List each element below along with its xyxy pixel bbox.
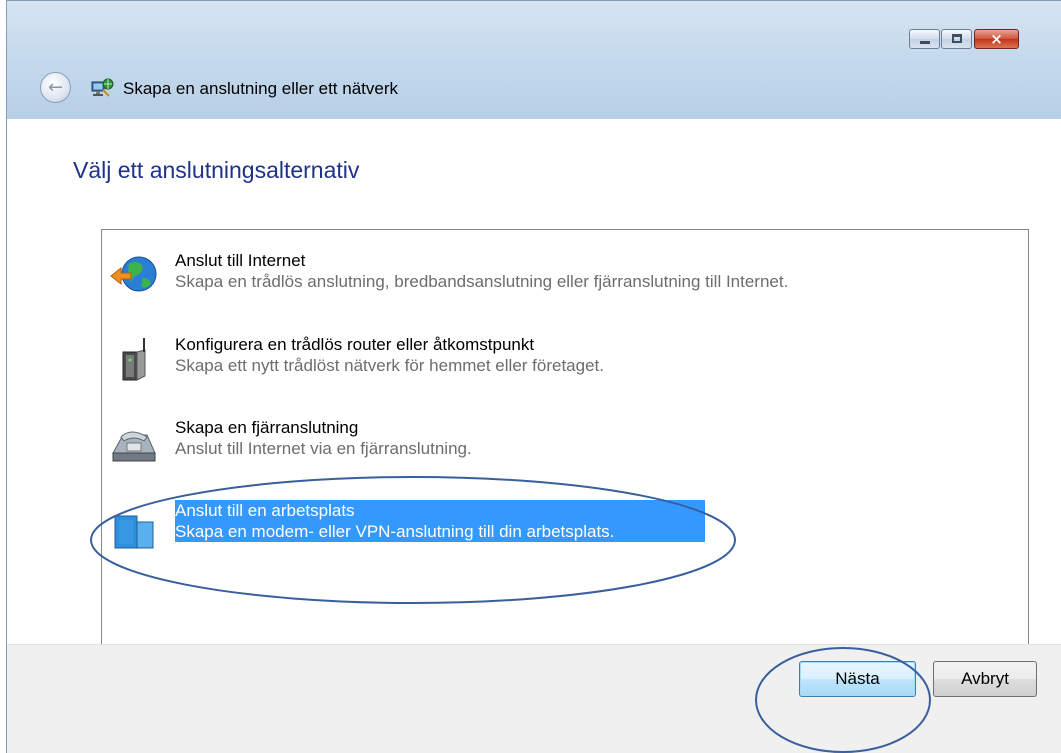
- next-button[interactable]: Nästa: [799, 661, 916, 697]
- option-description: Skapa ett nytt trådlöst nätverk för hemm…: [175, 356, 604, 375]
- option-description: Skapa en modem- eller VPN-anslutning til…: [175, 521, 705, 542]
- network-wizard-icon: [91, 78, 114, 97]
- minimize-icon: [920, 41, 930, 44]
- option-create-dialup[interactable]: Skapa en fjärranslutning Anslut till Int…: [103, 411, 983, 471]
- option-title: Anslut till Internet: [175, 251, 306, 270]
- page-heading: Välj ett anslutningsalternativ: [73, 157, 360, 183]
- option-title: Anslut till en arbetsplats: [175, 500, 705, 521]
- option-connect-workplace[interactable]: Anslut till en arbetsplats Skapa en mode…: [103, 496, 983, 556]
- option-title: Konfigurera en trådlös router eller åtko…: [175, 335, 535, 354]
- option-connect-internet[interactable]: Anslut till Internet Skapa en trådlös an…: [103, 244, 983, 304]
- dialog-window: × ← Skapa en anslutning eller ett nätver…: [6, 0, 1061, 753]
- router-icon: [122, 338, 146, 381]
- option-description: Skapa en trådlös anslutning, bredbandsan…: [175, 272, 789, 291]
- back-arrow-icon: ←: [47, 77, 64, 98]
- back-button[interactable]: ←: [40, 72, 71, 103]
- minimize-button[interactable]: [909, 29, 940, 49]
- option-description: Anslut till Internet via en fjärranslutn…: [175, 439, 472, 458]
- close-icon: ×: [990, 30, 1003, 48]
- workplace-building-icon: [114, 515, 154, 549]
- option-configure-router[interactable]: Konfigurera en trådlös router eller åtko…: [103, 328, 983, 388]
- maximize-button[interactable]: [941, 29, 972, 49]
- window-title: Skapa en anslutning eller ett nätverk: [123, 79, 399, 98]
- content-area: Välj ett anslutningsalternativ Anslut ti…: [6, 119, 1061, 659]
- connection-options-list: Anslut till Internet Skapa en trådlös an…: [101, 229, 1029, 659]
- cancel-button[interactable]: Avbryt: [933, 661, 1037, 697]
- option-title: Skapa en fjärranslutning: [175, 418, 359, 437]
- maximize-icon: [952, 34, 962, 43]
- telephone-modem-icon: [112, 431, 156, 462]
- title-bar[interactable]: × ← Skapa en anslutning eller ett nätver…: [6, 0, 1061, 119]
- globe-connect-icon: [110, 256, 157, 292]
- close-button[interactable]: ×: [974, 29, 1019, 49]
